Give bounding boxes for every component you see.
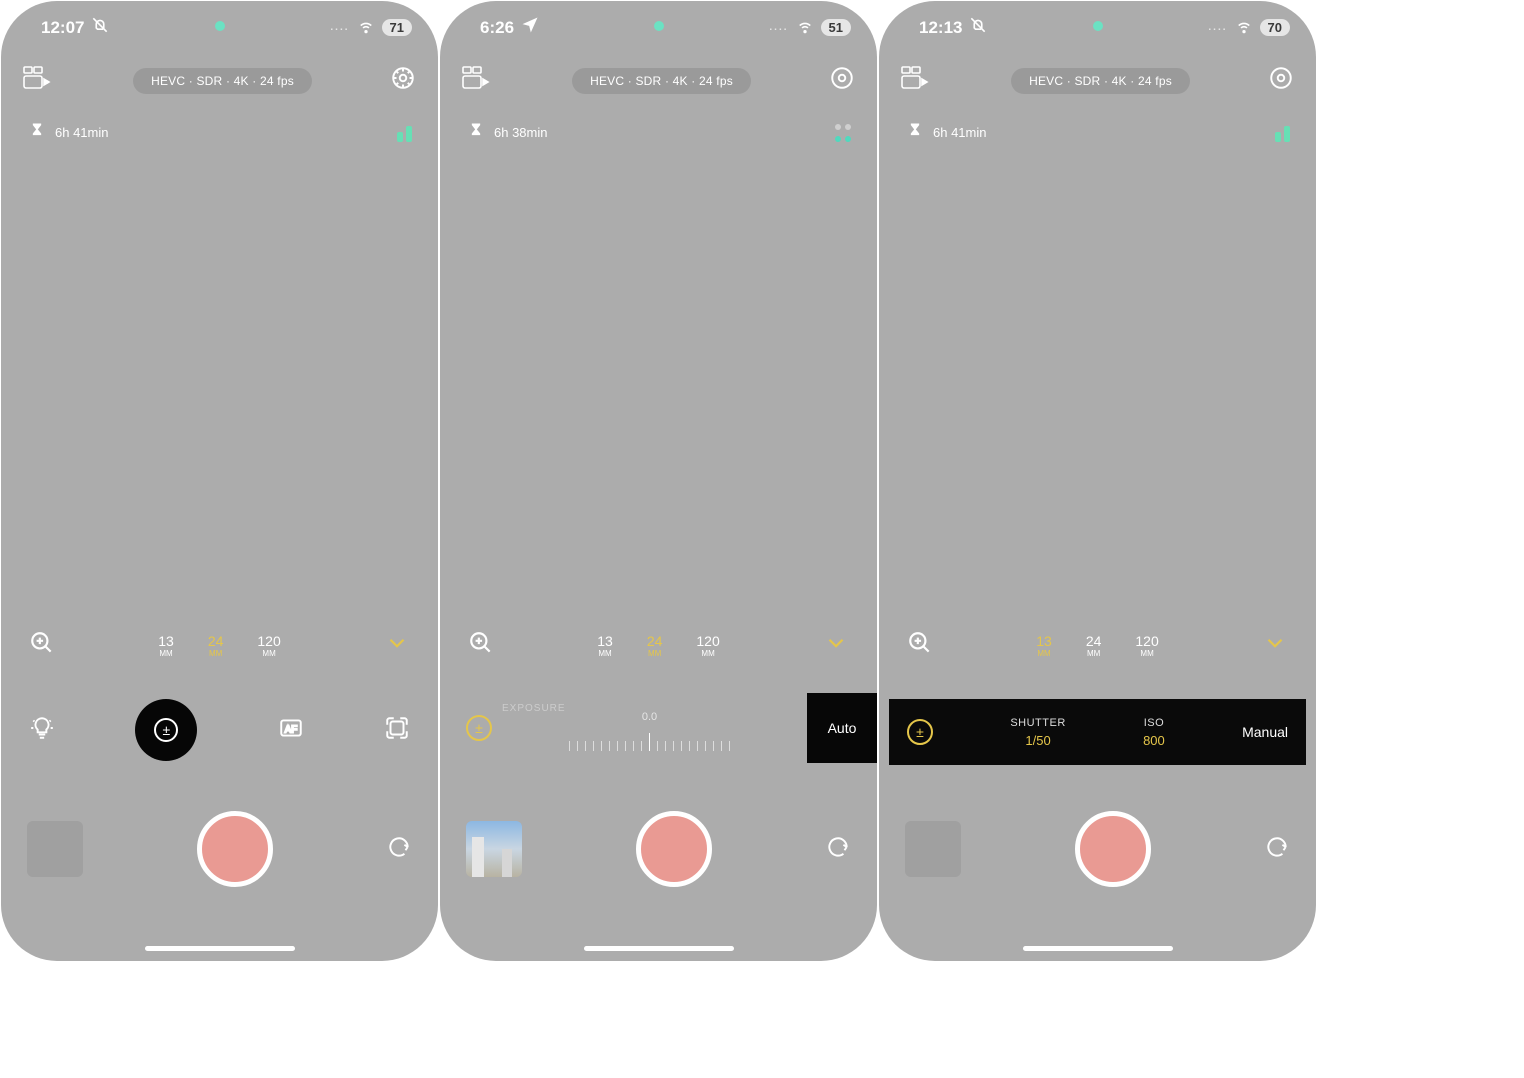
gallery-thumbnail[interactable] [905,821,961,877]
ev-button[interactable]: ± [135,699,197,761]
svg-text:AF: AF [284,724,297,735]
multicam-icon[interactable] [901,62,933,99]
battery-level: 51 [821,19,851,36]
flip-camera-icon[interactable] [1264,834,1290,865]
plus-minus-icon: ± [154,718,178,742]
manual-exposure-panel: ± SHUTTER 1/50 ISO 800 Manual [889,699,1306,765]
wifi-icon [356,15,376,40]
zoom-icon[interactable] [468,630,494,661]
wifi-icon [1234,15,1254,40]
home-indicator[interactable] [145,946,295,951]
exposure-value: 0.0 [492,711,807,723]
phone-screen-1: 12:07 .... 71 HEVC · SDR · 4K · 24 fps 6… [1,1,438,961]
hourglass-icon [905,121,925,144]
format-pill[interactable]: HEVC · SDR · 4K · 24 fps [572,68,751,94]
settings-gear-icon[interactable] [390,65,416,96]
iso-control[interactable]: ISO 800 [1143,717,1165,748]
record-button[interactable] [197,811,273,887]
gallery-thumbnail[interactable] [466,821,522,877]
top-bar: HEVC · SDR · 4K · 24 fps [1,44,438,99]
storage-row: 6h 41min [879,99,1316,144]
phone-screen-3: 12:13 .... 70 HEVC · SDR · 4K · 24 fps 6… [879,1,1316,961]
storage-remaining: 6h 41min [933,125,986,140]
format-pill[interactable]: HEVC · SDR · 4K · 24 fps [1011,68,1190,94]
audio-level-icon [835,124,851,142]
focal-120mm[interactable]: 120MM [696,634,719,658]
bottom-bar [879,807,1316,891]
focal-120mm[interactable]: 120MM [1135,634,1158,658]
focal-row: 13MM 24MM 120MM [440,630,877,661]
flip-camera-icon[interactable] [825,834,851,865]
stabilization-icon[interactable] [384,715,410,746]
top-bar: HEVC · SDR · 4K · 24 fps [879,44,1316,99]
settings-gear-icon[interactable] [829,65,855,96]
dynamic-island-indicator [1093,21,1103,31]
focal-13mm[interactable]: 13MM [158,634,174,658]
multicam-icon[interactable] [23,62,55,99]
zoom-icon[interactable] [907,630,933,661]
gallery-thumbnail[interactable] [27,821,83,877]
tool-row: ± AF [1,699,438,761]
settings-gear-icon[interactable] [1268,65,1294,96]
hourglass-icon [466,121,486,144]
cell-signal-icon: .... [769,22,788,33]
shutter-control[interactable]: SHUTTER 1/50 [1010,717,1065,748]
focal-24mm[interactable]: 24MM [208,634,224,658]
audio-level-icon [397,124,412,142]
wifi-icon [795,15,815,40]
exposure-panel: ± EXPOSURE 0.0 Auto [440,693,877,763]
focal-13mm[interactable]: 13MM [1036,634,1052,658]
record-button[interactable] [1075,811,1151,887]
bell-slash-icon [90,15,110,40]
bell-slash-icon [968,15,988,40]
chevron-down-icon[interactable] [1262,630,1288,661]
record-button[interactable] [636,811,712,887]
exposure-slider[interactable] [492,729,807,751]
phone-screen-2: 6:26 .... 51 HEVC · SDR · 4K · 24 fps 6h [440,1,877,961]
storage-remaining: 6h 41min [55,125,108,140]
storage-row: 6h 38min [440,99,877,144]
focal-24mm[interactable]: 24MM [1086,634,1102,658]
exposure-mode-button[interactable]: Auto [807,693,877,763]
chevron-down-icon[interactable] [823,630,849,661]
lightbulb-icon[interactable] [29,715,55,746]
audio-level-icon [1275,124,1290,142]
flip-camera-icon[interactable] [386,834,412,865]
storage-row: 6h 41min [1,99,438,144]
top-bar: HEVC · SDR · 4K · 24 fps [440,44,877,99]
status-time: 12:07 [41,18,84,38]
ev-button[interactable]: ± [466,715,492,741]
battery-level: 70 [1260,19,1290,36]
hourglass-icon [27,121,47,144]
status-time: 6:26 [480,18,514,38]
focal-120mm[interactable]: 120MM [257,634,280,658]
multicam-icon[interactable] [462,62,494,99]
bottom-bar [1,807,438,891]
battery-level: 71 [382,19,412,36]
focal-13mm[interactable]: 13MM [597,634,613,658]
autofocus-icon[interactable]: AF [278,715,304,746]
dynamic-island-indicator [215,21,225,31]
location-icon [520,15,540,40]
ev-button[interactable]: ± [907,719,933,745]
status-time: 12:13 [919,18,962,38]
dynamic-island-indicator [654,21,664,31]
bottom-bar [440,807,877,891]
focal-24mm[interactable]: 24MM [647,634,663,658]
cell-signal-icon: .... [330,22,349,33]
cell-signal-icon: .... [1208,22,1227,33]
home-indicator[interactable] [584,946,734,951]
chevron-down-icon[interactable] [384,630,410,661]
zoom-icon[interactable] [29,630,55,661]
exposure-mode-button[interactable]: Manual [1242,724,1288,740]
storage-remaining: 6h 38min [494,125,547,140]
focal-row: 13MM 24MM 120MM [1,630,438,661]
format-pill[interactable]: HEVC · SDR · 4K · 24 fps [133,68,312,94]
home-indicator[interactable] [1023,946,1173,951]
focal-row: 13MM 24MM 120MM [879,630,1316,661]
